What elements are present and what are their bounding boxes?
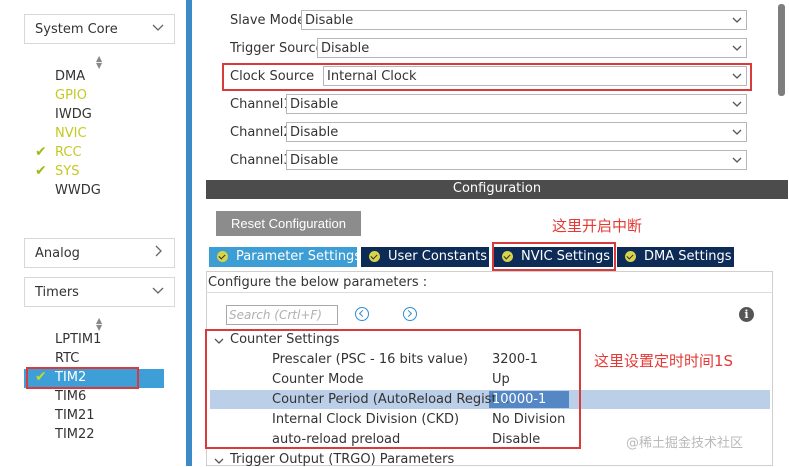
configuration-header: Configuration [206, 180, 788, 199]
tab-label: DMA Settings [644, 249, 732, 264]
tab-parameter-settings[interactable]: Parameter Settings [209, 247, 361, 267]
trigger-source-select[interactable]: Disable [317, 38, 747, 58]
left-sidebar [0, 0, 188, 466]
select-value: Disable [290, 97, 339, 112]
channel2-select[interactable]: Disable [286, 122, 747, 142]
check-icon: ✔ [35, 144, 47, 160]
mode-label: Channel1 [230, 97, 292, 112]
chevron-down-icon [732, 157, 742, 163]
sidebar-divider[interactable] [186, 0, 192, 466]
tab-dma-settings[interactable]: DMA Settings [617, 247, 734, 267]
channel1-select[interactable]: Disable [286, 94, 747, 114]
configuration-title: Configuration [452, 181, 542, 196]
instructions-text: Configure the below parameters : [208, 275, 428, 290]
sidebar-item-nvic[interactable]: NVIC [55, 126, 87, 141]
highlight-box-nvic-settings [492, 242, 616, 271]
chevron-down-icon [732, 45, 742, 51]
watermark: @稀土掘金技术社区 [626, 436, 744, 451]
sidebar-item-tim22[interactable]: TIM22 [55, 427, 95, 442]
mode-label: Channel2 [230, 125, 292, 140]
mode-scrollbar-thumb[interactable] [778, 4, 785, 96]
check-icon: ✔ [35, 163, 47, 179]
select-value: Disable [290, 125, 339, 140]
check-circle-icon [369, 251, 380, 262]
sidebar-item-iwdg[interactable]: IWDG [55, 107, 92, 122]
chevron-down-icon [732, 17, 742, 23]
chevron-down-icon[interactable] [152, 21, 164, 33]
sidebar-item-dma[interactable]: DMA [55, 69, 85, 84]
category-label: System Core [35, 22, 118, 37]
chevron-down-icon [732, 101, 742, 107]
sidebar-item-wwdg[interactable]: WWDG [55, 183, 101, 198]
category-label: Analog [35, 246, 80, 261]
mode-label: Trigger Source [230, 41, 324, 56]
select-value: Disable [321, 41, 370, 56]
sort-icon[interactable]: ▲ ▼ [96, 317, 102, 332]
sidebar-item-lptim1[interactable]: LPTIM1 [55, 332, 101, 347]
category-label: Timers [35, 285, 79, 300]
reset-configuration-button[interactable]: Reset Configuration [216, 211, 361, 236]
divider [206, 292, 773, 293]
highlight-box-tim2 [26, 367, 139, 389]
chevron-down-icon[interactable] [214, 456, 224, 466]
sidebar-item-tim21[interactable]: TIM21 [55, 408, 95, 423]
select-value: Disable [290, 153, 339, 168]
parameters-scrollbar[interactable] [774, 271, 788, 466]
channel3-select[interactable]: Disable [286, 150, 747, 170]
sort-icon[interactable]: ▲ ▼ [96, 55, 102, 70]
trgo-parameters-heading[interactable]: Trigger Output (TRGO) Parameters [230, 452, 454, 467]
select-value: Disable [305, 13, 354, 28]
sidebar-item-rtc[interactable]: RTC [55, 351, 79, 366]
chevron-down-icon[interactable] [152, 284, 164, 296]
chevron-down-icon [732, 129, 742, 135]
category-analog[interactable]: Analog [24, 238, 175, 268]
tab-label: Parameter Settings [236, 249, 362, 264]
category-timers[interactable]: Timers [24, 277, 175, 307]
check-circle-icon [625, 251, 636, 262]
slave-mode-select[interactable]: Disable [301, 10, 747, 30]
next-match-icon[interactable] [403, 307, 417, 321]
info-icon[interactable]: i [739, 307, 754, 322]
annotation-timer-note: 这里设置定时时间1S [594, 352, 734, 370]
mode-label: Slave Mode [230, 13, 306, 28]
sidebar-item-rcc[interactable]: RCC [55, 145, 82, 160]
sidebar-item-tim6[interactable]: TIM6 [55, 389, 86, 404]
sidebar-item-gpio[interactable]: GPIO [55, 88, 87, 103]
category-system-core[interactable]: System Core [24, 14, 175, 44]
previous-match-icon[interactable] [355, 307, 369, 321]
chevron-right-icon[interactable] [152, 245, 164, 257]
highlight-box-clock-source [222, 63, 752, 91]
tab-user-constants[interactable]: User Constants [361, 247, 489, 267]
search-placeholder: Search (Crtl+F) [229, 308, 322, 322]
search-input[interactable]: Search (Crtl+F) [226, 305, 338, 325]
highlight-box-counter-settings [205, 329, 581, 449]
sidebar-item-sys[interactable]: SYS [55, 164, 79, 179]
mode-label: Channel3 [230, 153, 292, 168]
tab-label: User Constants [388, 249, 487, 264]
check-circle-icon [217, 251, 228, 262]
annotation-nvic-note: 这里开启中断 [552, 217, 643, 235]
